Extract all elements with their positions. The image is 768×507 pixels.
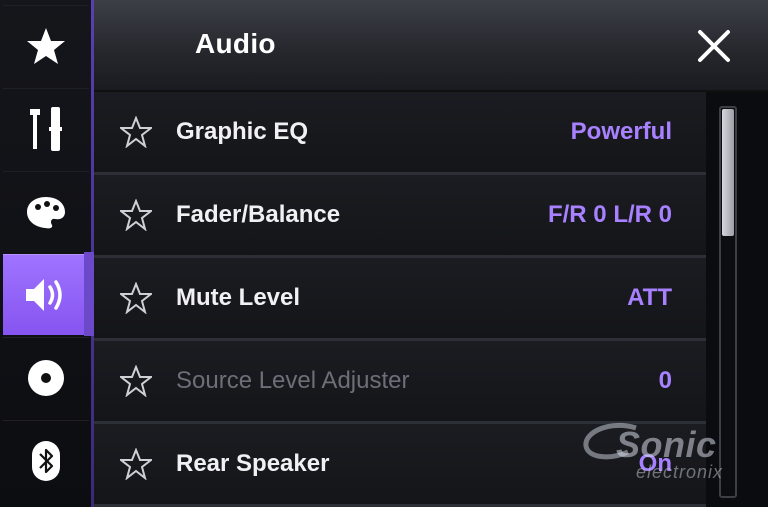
- setting-value: 0: [658, 367, 672, 394]
- sidebar: [0, 0, 92, 507]
- page-title: Audio: [195, 28, 276, 59]
- settings-row-fader-balance[interactable]: Fader/Balance F/R 0 L/R 0: [94, 175, 706, 258]
- sidebar-item-theme[interactable]: [3, 171, 89, 252]
- scrollbar-thumb[interactable]: [722, 109, 734, 237]
- close-button[interactable]: [694, 26, 734, 66]
- setting-label: Rear Speaker: [176, 450, 330, 477]
- settings-list: Graphic EQ Powerful Fader/Balance F/R 0 …: [94, 92, 706, 507]
- close-icon: [698, 30, 730, 62]
- setting-label: Source Level Adjuster: [176, 367, 410, 394]
- settings-row-source-level-adjuster: Source Level Adjuster 0: [94, 341, 706, 424]
- disc-icon: [28, 360, 64, 396]
- palette-icon: [27, 197, 65, 229]
- bluetooth-icon: [32, 441, 60, 481]
- setting-label: Fader/Balance: [176, 201, 341, 228]
- active-tab-indicator: [84, 252, 94, 336]
- sidebar-item-audio[interactable]: [3, 254, 89, 335]
- speaker-icon: [26, 279, 62, 311]
- setting-value: Powerful: [570, 118, 672, 145]
- setting-value: ATT: [627, 284, 672, 311]
- favorite-star-icon[interactable]: [120, 116, 152, 148]
- sidebar-item-video[interactable]: [3, 337, 89, 418]
- header-bar: Audio: [94, 0, 768, 92]
- scrollbar[interactable]: [719, 106, 737, 498]
- favorite-star-icon[interactable]: [120, 199, 152, 231]
- settings-row-graphic-eq[interactable]: Graphic EQ Powerful: [94, 92, 706, 175]
- setting-label: Graphic EQ: [176, 118, 309, 145]
- setting-value: F/R 0 L/R 0: [547, 201, 672, 228]
- sidebar-item-system[interactable]: [3, 88, 89, 169]
- settings-row-mute-level[interactable]: Mute Level ATT: [94, 258, 706, 341]
- favorite-star-icon[interactable]: [120, 282, 152, 314]
- favorite-star-icon[interactable]: [120, 448, 152, 480]
- sidebar-item-favorites[interactable]: [3, 5, 89, 86]
- favorite-star-icon[interactable]: [120, 365, 152, 397]
- setting-value: On: [638, 450, 672, 477]
- star-icon: [27, 28, 65, 64]
- setting-label: Mute Level: [176, 284, 301, 311]
- settings-row-rear-speaker[interactable]: Rear Speaker On: [94, 424, 706, 507]
- sidebar-item-bluetooth[interactable]: [3, 420, 89, 501]
- tools-icon: [30, 107, 62, 151]
